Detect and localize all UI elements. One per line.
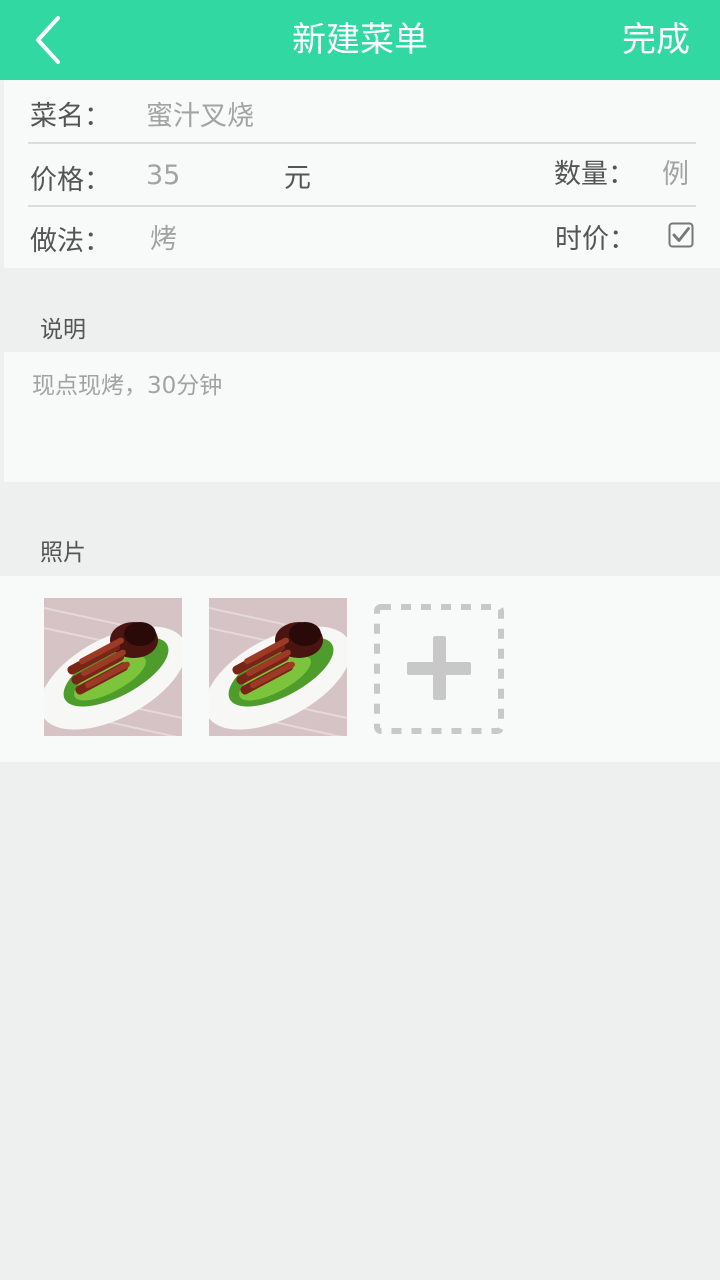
price-row: 价格： 35 元 数量： 例 xyxy=(28,144,696,206)
dish-photo[interactable] xyxy=(44,598,182,736)
method-input[interactable]: 烤 xyxy=(150,217,177,256)
quantity-label: 数量： xyxy=(554,159,635,190)
dish-form: 菜名： 蜜汁叉烧 价格： 35 元 数量： 例 做法： 烤 时价： xyxy=(4,80,720,268)
method-label: 做法： xyxy=(30,226,111,257)
price-label: 价格： xyxy=(30,165,111,196)
description-text[interactable]: 现点现烤，30分钟 xyxy=(32,366,222,400)
description-section-label: 说明 xyxy=(40,317,86,343)
photos-section-label: 照片 xyxy=(40,540,86,566)
name-row: 菜名： 蜜汁叉烧 xyxy=(28,80,696,142)
page-title: 新建菜单 xyxy=(292,20,428,60)
price-unit: 元 xyxy=(284,163,311,194)
photos-area xyxy=(0,576,720,762)
description-box[interactable]: 现点现烤，30分钟 xyxy=(4,352,720,482)
name-label: 菜名： xyxy=(30,101,111,132)
market-price-checkbox[interactable] xyxy=(668,222,694,248)
quantity-input[interactable]: 例 xyxy=(662,152,689,191)
top-bar: 新建菜单 完成 xyxy=(0,0,720,80)
price-input[interactable]: 35 xyxy=(146,160,180,191)
add-photo-button[interactable] xyxy=(374,604,504,734)
method-row: 做法： 烤 时价： xyxy=(28,207,696,269)
plus-icon xyxy=(407,636,471,700)
name-input[interactable]: 蜜汁叉烧 xyxy=(146,94,254,133)
dish-photo[interactable] xyxy=(209,598,347,736)
market-price-label: 时价： xyxy=(555,224,636,255)
done-button[interactable]: 完成 xyxy=(622,0,690,80)
